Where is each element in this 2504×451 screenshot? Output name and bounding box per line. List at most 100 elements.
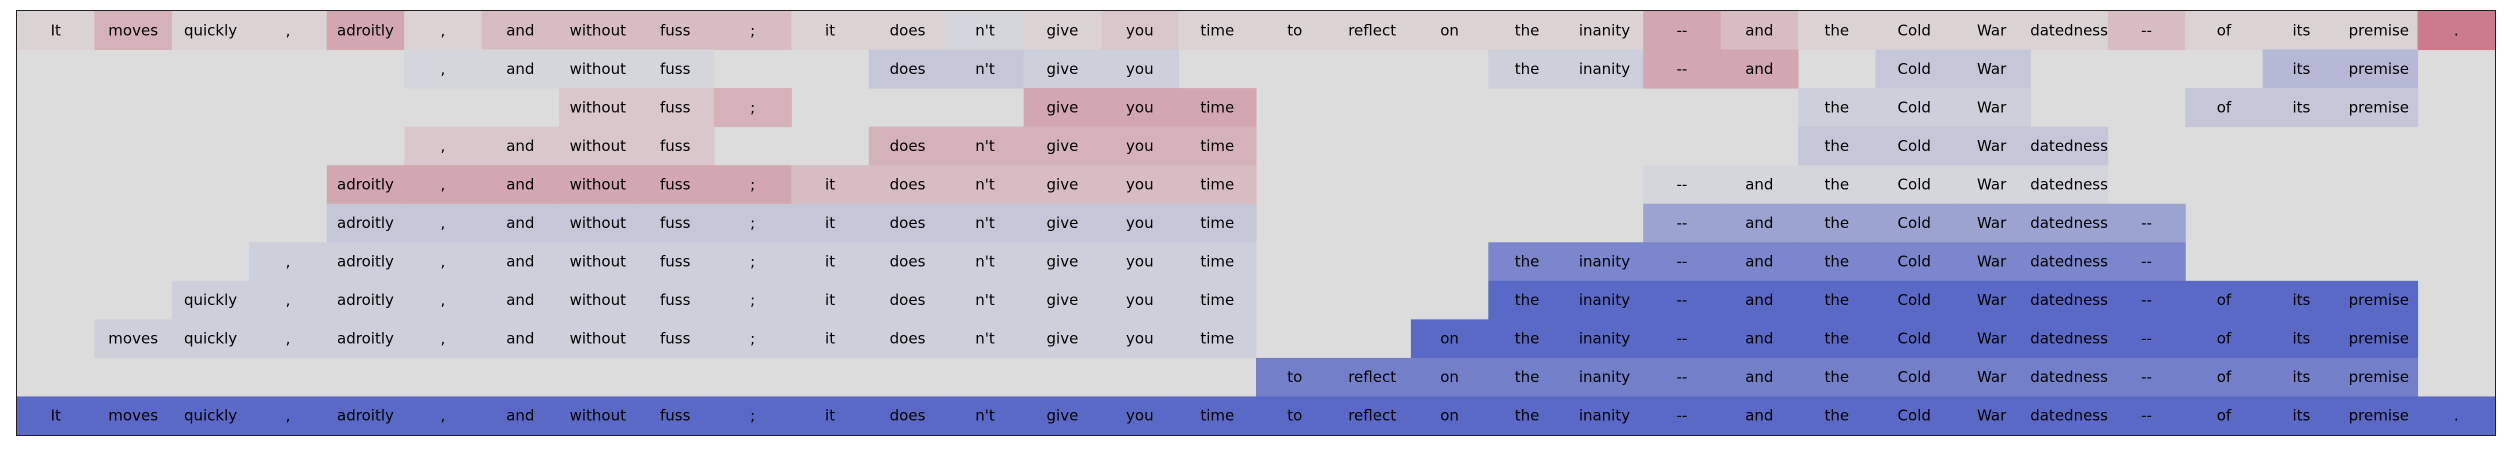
token-label: Cold bbox=[1898, 214, 1931, 232]
token-label: time bbox=[1200, 407, 1234, 425]
token-label: fuss bbox=[660, 214, 691, 232]
token-label: the bbox=[1515, 330, 1540, 348]
token-label: time bbox=[1200, 175, 1234, 193]
token-label: and bbox=[506, 214, 534, 232]
token-label: War bbox=[1977, 253, 2007, 271]
token-label: it bbox=[825, 175, 835, 193]
heatmap-plot: It moves quickly, adroitly, and without fuss; i… bbox=[17, 11, 2495, 435]
token-label: Cold bbox=[1898, 253, 1931, 271]
token-label: fuss bbox=[660, 253, 691, 271]
token-label: War bbox=[1977, 60, 2007, 78]
token-label: its bbox=[2292, 368, 2310, 386]
token-label: and bbox=[1745, 175, 1773, 193]
token-label: and bbox=[506, 330, 534, 348]
token-label: and bbox=[506, 253, 534, 271]
token-label: n't bbox=[975, 137, 995, 155]
heatmap-frame: It moves quickly, adroitly, and without fuss; i… bbox=[16, 10, 2496, 436]
token-label: ; bbox=[750, 98, 755, 116]
token-label: without bbox=[570, 253, 627, 271]
token-label: it bbox=[825, 21, 835, 39]
token-label: without bbox=[570, 291, 627, 309]
token-label: inanity bbox=[1579, 407, 1630, 425]
token-label: , bbox=[286, 21, 291, 39]
token-label: the bbox=[1824, 98, 1849, 116]
token-label: -- bbox=[1676, 214, 1687, 232]
token-label: without bbox=[570, 214, 627, 232]
token-label: fuss bbox=[660, 98, 691, 116]
token-label: of bbox=[2217, 291, 2232, 309]
token-label: datedness bbox=[2030, 21, 2108, 39]
token-label: of bbox=[2217, 407, 2232, 425]
token-label: you bbox=[1126, 21, 1154, 39]
token-label: adroitly bbox=[337, 21, 394, 39]
token-label: time bbox=[1200, 214, 1234, 232]
token-label: of bbox=[2217, 98, 2232, 116]
token-label: fuss bbox=[660, 60, 691, 78]
token-label: without bbox=[570, 407, 627, 425]
token-label: does bbox=[890, 21, 926, 39]
token-label: premise bbox=[2349, 60, 2409, 78]
token-label: without bbox=[570, 60, 627, 78]
token-label: -- bbox=[2141, 21, 2152, 39]
token-label: adroitly bbox=[337, 253, 394, 271]
token-label: you bbox=[1126, 60, 1154, 78]
token-label: give bbox=[1047, 175, 1079, 193]
token-label: and bbox=[1745, 253, 1773, 271]
token-label: War bbox=[1977, 98, 2007, 116]
token-label: on bbox=[1440, 368, 1459, 386]
token-label: time bbox=[1200, 137, 1234, 155]
token-label: fuss bbox=[660, 291, 691, 309]
token-label: you bbox=[1126, 214, 1154, 232]
token-label: without bbox=[570, 175, 627, 193]
token-label: it bbox=[825, 291, 835, 309]
token-label: , bbox=[441, 214, 446, 232]
token-label: Cold bbox=[1898, 407, 1931, 425]
token-label: the bbox=[1515, 291, 1540, 309]
token-label: moves bbox=[108, 21, 158, 39]
token-label: premise bbox=[2349, 330, 2409, 348]
token-label: its bbox=[2292, 407, 2310, 425]
token-label: datedness bbox=[2030, 137, 2108, 155]
token-label: time bbox=[1200, 253, 1234, 271]
token-label: Cold bbox=[1898, 368, 1931, 386]
token-label: quickly bbox=[184, 330, 237, 348]
token-label: , bbox=[286, 407, 291, 425]
token-label: reflect bbox=[1348, 368, 1396, 386]
token-label: and bbox=[1745, 368, 1773, 386]
token-label: the bbox=[1515, 21, 1540, 39]
token-label: , bbox=[441, 60, 446, 78]
token-label: . bbox=[2454, 21, 2459, 39]
token-label: it bbox=[825, 330, 835, 348]
token-label: the bbox=[1515, 407, 1540, 425]
token-label: to bbox=[1287, 368, 1302, 386]
token-label: of bbox=[2217, 21, 2232, 39]
token-label: on bbox=[1440, 330, 1459, 348]
token-label: n't bbox=[975, 291, 995, 309]
token-label: adroitly bbox=[337, 214, 394, 232]
token-label: -- bbox=[1676, 253, 1687, 271]
token-label: n't bbox=[975, 407, 995, 425]
token-label: of bbox=[2217, 330, 2232, 348]
token-label: , bbox=[286, 330, 291, 348]
token-label: Cold bbox=[1898, 137, 1931, 155]
token-label: you bbox=[1126, 98, 1154, 116]
token-label: to bbox=[1287, 407, 1302, 425]
token-label: it bbox=[825, 214, 835, 232]
token-label: Cold bbox=[1898, 98, 1931, 116]
token-label: to bbox=[1287, 21, 1302, 39]
token-label: War bbox=[1977, 368, 2007, 386]
token-label: -- bbox=[2141, 291, 2152, 309]
token-label: Cold bbox=[1898, 330, 1931, 348]
token-label: , bbox=[286, 253, 291, 271]
token-label: fuss bbox=[660, 330, 691, 348]
token-label: quickly bbox=[184, 291, 237, 309]
token-label: Cold bbox=[1898, 21, 1931, 39]
token-label: -- bbox=[2141, 368, 2152, 386]
token-label: -- bbox=[1676, 291, 1687, 309]
token-label: the bbox=[1824, 214, 1849, 232]
token-label: and bbox=[506, 407, 534, 425]
token-label: and bbox=[1745, 330, 1773, 348]
token-label: inanity bbox=[1579, 291, 1630, 309]
token-label: n't bbox=[975, 330, 995, 348]
token-label: , bbox=[441, 291, 446, 309]
